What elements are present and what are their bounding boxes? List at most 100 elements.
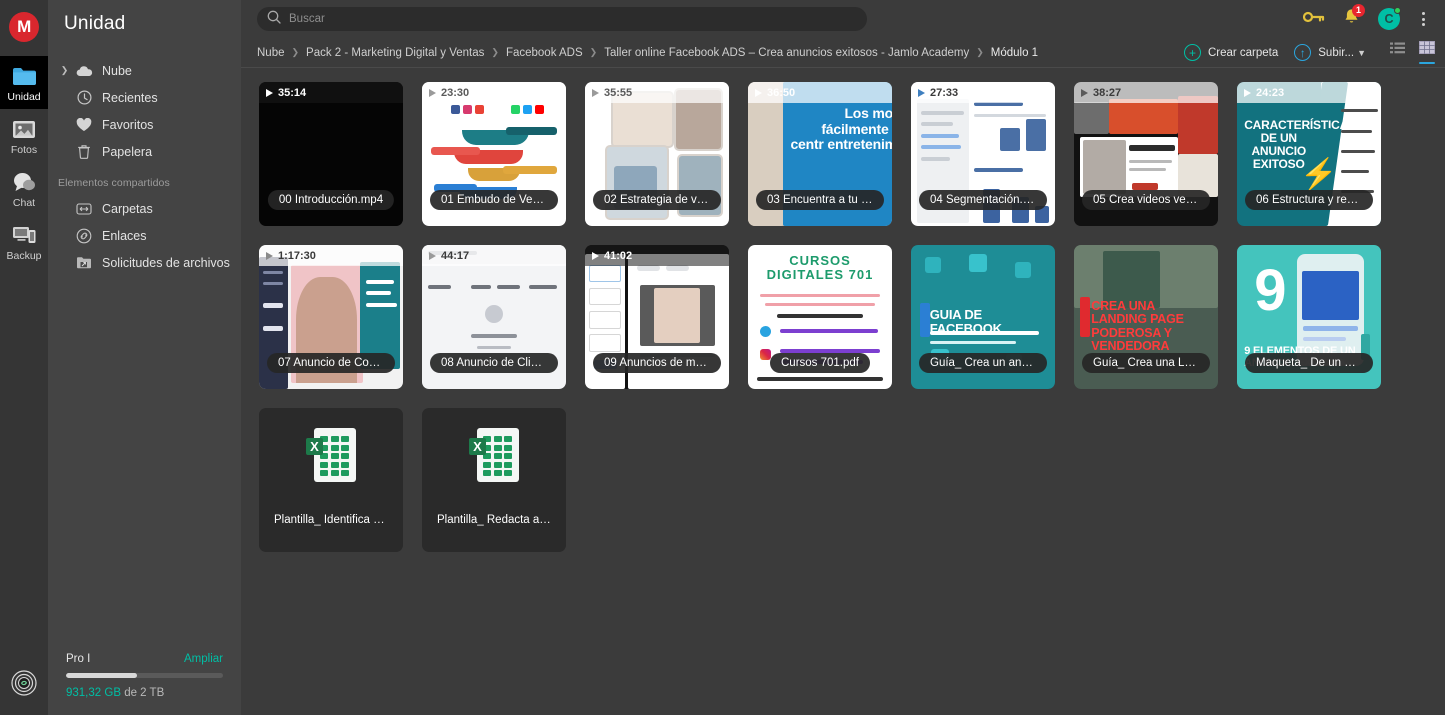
chevron-down-icon[interactable]: ▼ — [1357, 48, 1366, 58]
breadcrumb-item-1[interactable]: Pack 2 - Marketing Digital y Ventas — [306, 47, 484, 59]
rail-item-fotos[interactable]: Fotos — [0, 109, 48, 162]
grid-view-icon[interactable] — [1419, 41, 1435, 64]
sidebar-label-solicitudes: Solicitudes de archivos — [97, 256, 230, 270]
sidebar-item-carpetas[interactable]: Carpetas — [48, 195, 241, 222]
chevron-right-icon[interactable]: ❯ — [58, 65, 71, 76]
duration-badge: 38:27 — [1074, 82, 1218, 103]
sidebar-item-favoritos[interactable]: Favoritos — [48, 111, 241, 138]
sidebar-item-papelera[interactable]: Papelera — [48, 138, 241, 165]
file-card[interactable]: 41:02 09 Anuncios de mens... — [585, 245, 729, 389]
rail-item-chat[interactable]: Chat — [0, 162, 48, 215]
duration-badge: 35:14 — [259, 82, 403, 103]
mega-logo[interactable]: M — [9, 12, 39, 42]
upload-label: Subir... — [1318, 47, 1354, 59]
duration-badge: 36:50 — [748, 82, 892, 103]
breadcrumb-item-4[interactable]: Módulo 1 — [991, 47, 1038, 59]
play-icon — [592, 89, 599, 97]
file-card[interactable]: X Plantilla_ Identifica a t... — [259, 408, 403, 552]
file-card[interactable]: 44:17 08 Anuncio de Client... — [422, 245, 566, 389]
file-name: Maqueta_ De un anu... — [1245, 353, 1373, 373]
sidebar-item-enlaces[interactable]: Enlaces — [48, 222, 241, 249]
settings-orbit-icon[interactable] — [11, 670, 37, 701]
cloud-icon — [71, 65, 97, 77]
thumbnail-text: CREA UNA LANDING PAGE PODEROSA Y VENDEDO… — [1091, 300, 1211, 354]
file-name: Plantilla_ Identifica a t... — [263, 510, 399, 530]
play-icon — [266, 89, 273, 97]
rail-label-unidad: Unidad — [7, 91, 40, 103]
sidebar-title: Unidad — [48, 0, 241, 35]
sidebar-item-recientes[interactable]: Recientes — [48, 84, 241, 111]
sidebar-label-papelera: Papelera — [97, 145, 152, 159]
file-card[interactable]: 9 9 ELEMENTOS DE UN ANUNCIO EXITOSO Maqu… — [1237, 245, 1381, 389]
file-card[interactable]: CREA UNA LANDING PAGE PODEROSA Y VENDEDO… — [1074, 245, 1218, 389]
search-bar[interactable] — [257, 7, 867, 31]
chevron-right-icon: ❯ — [491, 47, 499, 58]
avatar[interactable]: C — [1378, 8, 1400, 30]
duration-text: 1:17:30 — [278, 250, 316, 262]
file-name: 05 Crea videos vende... — [1082, 190, 1210, 210]
upload-button[interactable]: ↑ Subir... ▼ — [1294, 44, 1366, 61]
avatar-initial: C — [1384, 12, 1393, 26]
breadcrumb-item-0[interactable]: Nube — [257, 47, 285, 59]
file-card[interactable]: GUIA DE FACEBOOK Guía_ Crea un anunci... — [911, 245, 1055, 389]
main-area: 1 C Nube ❯ Pack 2 - Marketing Digital y … — [241, 0, 1445, 715]
excel-file-icon: X — [306, 426, 356, 484]
duration-badge: 1:17:30 — [259, 245, 403, 266]
rail-item-backup[interactable]: Backup — [0, 215, 48, 268]
file-name: 00 Introducción.mp4 — [268, 190, 394, 210]
online-status-dot — [1394, 7, 1401, 14]
top-bar-actions: 1 C — [1303, 8, 1435, 31]
list-view-icon[interactable] — [1390, 41, 1405, 64]
search-icon — [267, 10, 281, 29]
trash-icon — [71, 144, 97, 159]
storage-progress-fill — [66, 673, 137, 678]
sidebar-item-nube[interactable]: ❯ Nube — [48, 57, 241, 84]
file-name: Cursos 701.pdf — [770, 353, 870, 373]
breadcrumb-item-3[interactable]: Taller online Facebook ADS – Crea anunci… — [604, 47, 969, 59]
play-icon — [1081, 89, 1088, 97]
duration-text: 35:55 — [604, 87, 632, 99]
duration-badge: 41:02 — [585, 245, 729, 266]
file-card[interactable]: CURSOS DIGITALES 701 Cursos 701.pdf — [748, 245, 892, 389]
bell-icon[interactable]: 1 — [1343, 8, 1360, 31]
play-icon — [1244, 89, 1251, 97]
chat-icon — [11, 170, 37, 194]
breadcrumb: Nube ❯ Pack 2 - Marketing Digital y Vent… — [257, 47, 1038, 59]
backup-icon — [11, 223, 37, 247]
rail-item-unidad[interactable]: Unidad — [0, 56, 48, 109]
plus-circle-icon: + — [1184, 44, 1201, 61]
folder-icon — [11, 64, 37, 88]
rail-label-fotos: Fotos — [11, 144, 37, 156]
file-grid-scroll[interactable]: 35:14 00 Introducción.mp4 — [241, 68, 1445, 715]
key-icon[interactable] — [1303, 10, 1325, 29]
duration-text: 38:27 — [1093, 87, 1121, 99]
create-folder-button[interactable]: + Crear carpeta — [1184, 44, 1278, 61]
kebab-menu-icon[interactable] — [1418, 9, 1429, 29]
file-card[interactable]: Los mov fácilmente d centr entretenimi 3… — [748, 82, 892, 226]
sidebar-label-carpetas: Carpetas — [97, 202, 153, 216]
file-card[interactable]: 35:55 02 Estrategia de vent... — [585, 82, 729, 226]
rail-label-chat: Chat — [13, 197, 35, 209]
top-bar: 1 C — [241, 0, 1445, 38]
file-card[interactable]: 38:27 05 Crea videos vende... — [1074, 82, 1218, 226]
sidebar-label-nube: Nube — [97, 64, 132, 78]
sidebar: Unidad ❯ Nube Recientes — [48, 0, 241, 715]
duration-text: 44:17 — [441, 250, 469, 262]
file-card[interactable]: 27:33 04 Segmentación.mp4 — [911, 82, 1055, 226]
chevron-right-icon: ❯ — [292, 47, 300, 58]
sidebar-item-solicitudes[interactable]: Solicitudes de archivos — [48, 249, 241, 276]
file-card[interactable]: 35:14 00 Introducción.mp4 — [259, 82, 403, 226]
file-card[interactable]: X Plantilla_ Redacta anu... — [422, 408, 566, 552]
breadcrumb-item-2[interactable]: Facebook ADS — [506, 47, 583, 59]
file-name: 08 Anuncio de Client... — [430, 353, 558, 373]
file-card[interactable]: 23:30 01 Embudo de Ventas... — [422, 82, 566, 226]
breadcrumb-row: Nube ❯ Pack 2 - Marketing Digital y Vent… — [241, 38, 1445, 68]
create-folder-label: Crear carpeta — [1208, 47, 1278, 59]
file-card[interactable]: 1:17:30 07 Anuncio de Conve... — [259, 245, 403, 389]
storage-header: Pro I Ampliar — [66, 653, 223, 665]
storage-upgrade-link[interactable]: Ampliar — [184, 653, 223, 665]
sidebar-nav: ❯ Nube Recientes Favoritos — [48, 57, 241, 276]
storage-progress-bar — [66, 673, 223, 678]
search-input[interactable] — [289, 13, 857, 25]
file-card[interactable]: CARACTERÍSTICAS DE UN ANUNCIO EXITOSO ⚡ — [1237, 82, 1381, 226]
